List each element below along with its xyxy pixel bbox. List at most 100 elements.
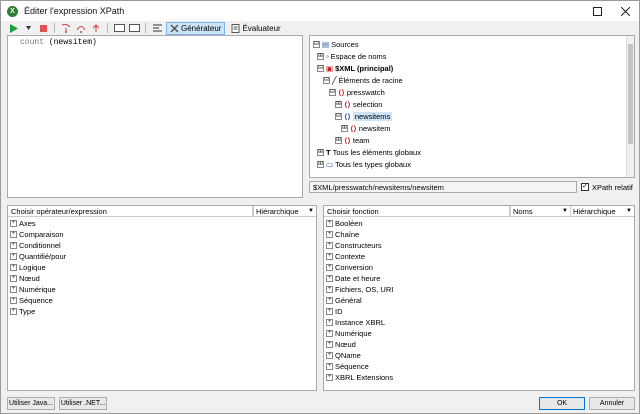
expander-icon[interactable]: ⊟ (323, 76, 330, 84)
close-button[interactable] (611, 1, 639, 21)
list-item[interactable]: + Chaîne (326, 229, 359, 240)
list-item[interactable]: + XBRL Extensions (326, 372, 393, 383)
expander-icon[interactable]: ⊞ (317, 52, 324, 60)
functions-view-dropdown[interactable]: Hiérarchique ▼ (570, 205, 634, 217)
list-item[interactable]: + Contexte (326, 251, 365, 262)
expander-icon[interactable]: ⊞ (317, 160, 324, 168)
functions-names-dropdown[interactable]: Noms ▼ (510, 205, 570, 217)
list-item[interactable]: + ID (326, 306, 343, 317)
insert-button-2[interactable] (128, 22, 140, 34)
generator-toggle[interactable]: Générateur (166, 21, 226, 35)
expand-icon[interactable]: + (326, 231, 333, 238)
tree-row-selection[interactable]: ⊞ ⟨⟩ selection (335, 98, 382, 110)
step-over-button[interactable] (75, 22, 87, 34)
expander-icon[interactable]: ⊞ (317, 148, 324, 156)
list-item[interactable]: + Séquence (326, 361, 369, 372)
list-item[interactable]: + Général (326, 295, 362, 306)
text-view-button[interactable] (151, 22, 163, 34)
expand-icon[interactable]: + (326, 319, 333, 326)
expand-icon[interactable]: + (326, 363, 333, 370)
stop-button[interactable] (37, 22, 49, 34)
use-java-button[interactable]: Utiliser Java... (7, 397, 55, 410)
expand-icon[interactable]: + (326, 264, 333, 271)
run-dropdown-button[interactable] (22, 22, 34, 34)
list-item[interactable]: + Booléen (326, 218, 363, 229)
expand-icon[interactable]: + (10, 297, 17, 304)
expander-icon[interactable]: ⊟ (335, 112, 342, 120)
expander-icon[interactable]: ⊟ (313, 40, 320, 48)
tree-row-presswatch[interactable]: ⊟ ⟨⟩ presswatch (329, 86, 385, 98)
sources-tree[interactable]: ⊟ ▤ Sources ⊞ ▫ Espace de noms ⊟ ▣ $XML … (309, 35, 635, 178)
list-item[interactable]: + Date et heure (326, 273, 380, 284)
expand-icon[interactable]: + (10, 275, 17, 282)
list-item[interactable]: + Séquence (10, 295, 53, 306)
expand-icon[interactable]: + (326, 253, 333, 260)
list-item[interactable]: + Comparaison (10, 229, 64, 240)
list-item[interactable]: + Logique (10, 262, 46, 273)
list-item[interactable]: + Numérique (10, 284, 56, 295)
list-item[interactable]: + QName (326, 350, 361, 361)
expander-icon[interactable]: ⊞ (335, 136, 342, 144)
expander-icon[interactable]: ⊞ (335, 100, 342, 108)
expand-icon[interactable]: + (10, 286, 17, 293)
list-item[interactable]: + Type (10, 306, 35, 317)
expand-icon[interactable]: + (326, 242, 333, 249)
expand-icon[interactable]: + (10, 231, 17, 238)
document-icon (231, 23, 240, 33)
expand-icon[interactable]: + (10, 264, 17, 271)
expand-icon[interactable]: + (326, 374, 333, 381)
expression-editor[interactable]: count (newsitem) (7, 35, 303, 198)
list-item[interactable]: + Numérique (326, 328, 372, 339)
list-item[interactable]: + Quantifié/pour (10, 251, 66, 262)
tree-row-newsitems[interactable]: ⊟ ⟨⟩ newsitems (335, 110, 393, 122)
expand-icon[interactable]: + (10, 220, 17, 227)
operators-view-dropdown[interactable]: Hiérarchique ▼ (253, 205, 316, 217)
expand-icon[interactable]: + (326, 352, 333, 359)
expand-icon[interactable]: + (326, 220, 333, 227)
tree-row-global-elements[interactable]: ⊞ T Tous les éléments globaux (317, 146, 421, 158)
run-button[interactable] (7, 22, 19, 34)
maximize-button[interactable] (583, 1, 611, 21)
close-icon (620, 6, 630, 16)
expander-icon[interactable]: ⊟ (329, 88, 336, 96)
xpath-editor-window: X Éditer l'expression XPath Générateur É… (0, 0, 640, 414)
list-item[interactable]: + Conditionnel (10, 240, 61, 251)
expand-icon[interactable]: + (10, 242, 17, 249)
evaluator-label: Évaluateur (242, 23, 281, 33)
list-item[interactable]: + Nœud (10, 273, 40, 284)
list-item[interactable]: + Axes (10, 218, 36, 229)
xpath-relative-checkbox[interactable]: ✓ XPath relatif (581, 181, 633, 193)
step-into-button[interactable] (60, 22, 72, 34)
list-item[interactable]: + Nœud (326, 339, 356, 350)
tree-row-sources[interactable]: ⊟ ▤ Sources (313, 38, 359, 50)
step-out-button[interactable] (90, 22, 102, 34)
ok-button[interactable]: OK (539, 397, 585, 410)
tree-scrollbar[interactable] (626, 36, 634, 177)
expand-icon[interactable]: + (326, 297, 333, 304)
expander-icon[interactable]: ⊞ (341, 124, 348, 132)
tree-row-xml-main[interactable]: ⊟ ▣ $XML (principal) (317, 62, 393, 74)
cancel-button[interactable]: Annuler (589, 397, 635, 410)
expand-icon[interactable]: + (10, 308, 17, 315)
expand-icon[interactable]: + (326, 308, 333, 315)
list-item[interactable]: + Instance XBRL (326, 317, 385, 328)
tree-row-global-types[interactable]: ⊞ ▭ Tous les types globaux (317, 158, 411, 170)
expand-icon[interactable]: + (326, 286, 333, 293)
expander-icon[interactable]: ⊟ (317, 64, 324, 72)
insert-button-1[interactable] (113, 22, 125, 34)
evaluator-toggle[interactable]: Évaluateur (228, 22, 283, 35)
tree-row-newsitem[interactable]: ⊞ ⟨⟩ newsitem (341, 122, 391, 134)
expand-icon[interactable]: + (326, 330, 333, 337)
tree-row-namespaces[interactable]: ⊞ ▫ Espace de noms (317, 50, 387, 62)
expand-icon[interactable]: + (326, 275, 333, 282)
use-net-button[interactable]: Utiliser .NET... (59, 397, 107, 410)
list-item[interactable]: + Constructeurs (326, 240, 382, 251)
checkbox-icon[interactable]: ✓ (581, 183, 589, 191)
tree-scrollbar-thumb[interactable] (628, 44, 633, 144)
tree-row-team[interactable]: ⊞ ⟨⟩ team (335, 134, 370, 146)
expand-icon[interactable]: + (326, 341, 333, 348)
list-item[interactable]: + Fichiers, OS, URI (326, 284, 393, 295)
tree-row-root-elements[interactable]: ⊟ ╱ Éléments de racine (323, 74, 403, 86)
expand-icon[interactable]: + (10, 253, 17, 260)
list-item[interactable]: + Conversion (326, 262, 373, 273)
